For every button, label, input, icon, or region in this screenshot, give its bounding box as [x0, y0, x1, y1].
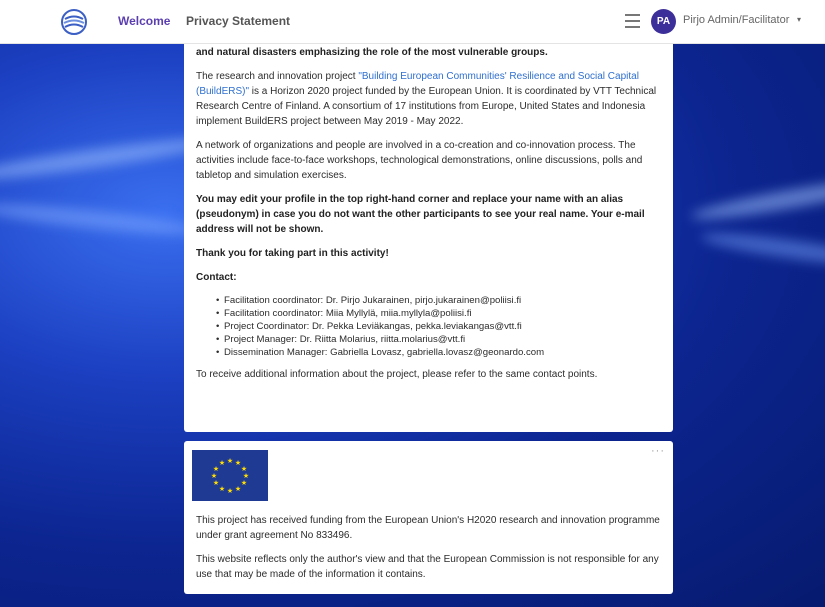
- svg-text:★: ★: [241, 479, 247, 487]
- funding-card: ··· ★ ★ ★ ★ ★ ★ ★ ★ ★ ★ ★ ★ This project has rec…: [184, 441, 673, 594]
- nav-welcome[interactable]: Welcome: [118, 14, 170, 28]
- user-menu-name[interactable]: Pirjo Admin/Facilitator: [683, 14, 789, 26]
- site-logo[interactable]: [60, 8, 88, 36]
- list-item: Project Coordinator: Dr. Pekka Leviäkang…: [216, 320, 661, 333]
- avatar[interactable]: PA: [651, 9, 676, 34]
- list-item: Facilitation coordinator: Miia Myllylä, …: [216, 307, 661, 320]
- nav-privacy-statement[interactable]: Privacy Statement: [186, 14, 290, 28]
- funding-text: This project has received funding from t…: [196, 515, 660, 541]
- project-paragraph: The research and innovation project "Bui…: [196, 69, 661, 129]
- chevron-down-icon[interactable]: ▾: [797, 15, 801, 24]
- top-navbar: Welcome Privacy Statement PA Pirjo Admin…: [0, 0, 825, 44]
- svg-text:★: ★: [227, 457, 233, 465]
- eu-flag-icon: ★ ★★ ★★★ ★★★ ★★★: [192, 450, 268, 501]
- svg-text:★: ★: [219, 485, 225, 493]
- hamburger-menu-icon[interactable]: [625, 14, 640, 32]
- disclaimer-text: This website reflects only the author's …: [196, 554, 659, 580]
- contact-list: Facilitation coordinator: Dr. Pirjo Juka…: [196, 294, 661, 359]
- svg-text:★: ★: [219, 459, 225, 467]
- project-text-pre: The research and innovation project: [196, 71, 359, 82]
- svg-text:★: ★: [235, 485, 241, 493]
- list-item: Facilitation coordinator: Dr. Pirjo Juka…: [216, 294, 661, 307]
- profile-notice: You may edit your profile in the top rig…: [196, 194, 645, 235]
- svg-text:★: ★: [227, 487, 233, 495]
- svg-text:★: ★: [213, 479, 219, 487]
- network-paragraph: A network of organizations and people ar…: [196, 140, 643, 181]
- more-options-icon[interactable]: ···: [651, 444, 665, 459]
- list-item: Dissemination Manager: Gabriella Lovasz,…: [216, 346, 661, 359]
- welcome-content-card: and natural disasters emphasizing the ro…: [184, 44, 673, 432]
- intro-text: and natural disasters emphasizing the ro…: [196, 47, 548, 58]
- background-streak: [0, 198, 201, 240]
- project-text-post: is a Horizon 2020 project funded by the …: [196, 86, 657, 127]
- background-streak: [699, 227, 825, 271]
- thanks-text: Thank you for taking part in this activi…: [196, 248, 389, 259]
- svg-text:★: ★: [211, 472, 217, 480]
- list-item: Project Manager: Dr. Riitta Molarius, ri…: [216, 333, 661, 346]
- contact-heading: Contact:: [196, 272, 237, 283]
- background-streak: [689, 172, 825, 226]
- closing-text: To receive additional information about …: [196, 369, 598, 380]
